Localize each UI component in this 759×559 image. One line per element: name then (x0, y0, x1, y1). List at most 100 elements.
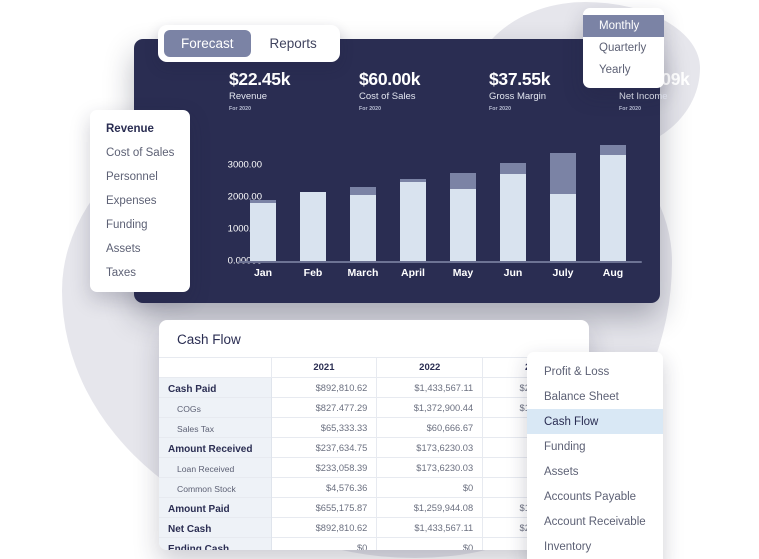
kpi-value: $60.00k (359, 69, 421, 89)
menu-item-yearly[interactable]: Yearly (583, 59, 664, 81)
revenue-bar-chart: 0.000001000.002000.003000.00 JanFebMarch… (134, 139, 660, 303)
row-label-cell: Cash Paid (159, 377, 272, 398)
cell-value: $4,576.36 (271, 477, 378, 498)
menu-item-taxes[interactable]: Taxes (90, 261, 190, 285)
cell-value: $1,433,567.11 (376, 377, 484, 398)
tab-reports[interactable]: Reports (253, 30, 334, 57)
table-row: Amount Received$237,634.75$173,6230.03$1… (159, 437, 589, 458)
bar-aug[interactable] (600, 145, 626, 261)
kpi-label: Gross Margin (489, 91, 547, 103)
menu-item-account-receivable[interactable]: Account Receivable (527, 509, 663, 534)
x-tick-label: March (347, 267, 379, 279)
menu-item-funding[interactable]: Funding (90, 213, 190, 237)
cell-value: $892,810.62 (271, 517, 378, 538)
row-label: Sales Tax (177, 423, 215, 434)
cash-flow-table: 202120222023 Cash Paid$892,810.62$1,433,… (159, 357, 589, 550)
bar-segment-base (450, 188, 476, 261)
row-label: Amount Paid (168, 503, 230, 515)
menu-item-accounts-payable[interactable]: Accounts Payable (527, 484, 663, 509)
kpi-label: Cost of Sales (359, 91, 416, 103)
x-tick-label: April (401, 267, 425, 279)
bar-segment-base (250, 203, 276, 261)
menu-item-cash-flow[interactable]: Cash Flow (527, 409, 663, 434)
bar-april[interactable] (400, 179, 426, 261)
kpi-period: For 2020 (359, 105, 382, 112)
bar-feb[interactable] (300, 191, 326, 261)
column-header: 2021 (271, 357, 378, 378)
bar-jun[interactable] (500, 163, 526, 261)
bar-segment-top (600, 145, 626, 156)
row-label-cell: Loan Received (159, 457, 272, 478)
x-tick-label: Jan (253, 267, 273, 279)
x-tick-label: July (552, 267, 574, 279)
row-label-cell: Amount Paid (159, 497, 272, 518)
bar-segment-base (550, 193, 576, 261)
row-label-cell: Net Cash (159, 517, 272, 538)
period-dropdown-menu[interactable]: Monthly Quarterly Yearly (583, 8, 665, 88)
column-header (159, 357, 272, 378)
row-label-cell: Common Stock (159, 477, 272, 498)
category-dropdown-menu[interactable]: Revenue Cost of Sales Personnel Expenses Fun… (90, 110, 191, 292)
cash-flow-card: Cash Flow 202120222023 Cash Paid $892,810… (159, 320, 589, 550)
menu-item-balance-sheet[interactable]: Balance Sheet (527, 384, 663, 409)
row-label: COGs (177, 403, 201, 414)
table-body: Cash Paid$892,810.62$1,433,567.11$2,013,… (159, 377, 589, 550)
menu-item-quarterly[interactable]: Quarterly (583, 37, 664, 59)
menu-item-expenses[interactable]: Expenses (90, 189, 190, 213)
bar-segment-top (350, 187, 376, 196)
cell-value: $0 (376, 537, 484, 550)
menu-item-assets[interactable]: Assets (90, 237, 190, 261)
dashboard-mockup: $22.45k Revenue For 2020 $60.00k Cost of Sal… (0, 0, 759, 559)
cell-value: $1,259,944.08 (376, 497, 484, 518)
table-row: Amount Paid$655,175.87$1,259,944.08$1,84… (159, 497, 589, 518)
menu-item-inventory[interactable]: Inventory (527, 534, 663, 559)
view-tabs[interactable]: Forecast Reports (158, 25, 340, 62)
report-dropdown-menu[interactable]: Profit & Loss Balance Sheet Cash Flow Fundi… (527, 352, 663, 559)
row-label-cell: COGs (159, 397, 272, 418)
table-header-row: 202120222023 (159, 357, 589, 378)
table-row: COGs$827.477.29$1,372,900.44$1,957,521.2… (159, 397, 589, 418)
cell-value: $0 (376, 477, 484, 498)
menu-item-personnel[interactable]: Personnel (90, 165, 190, 189)
bar-july[interactable] (550, 153, 576, 261)
tab-forecast[interactable]: Forecast (164, 30, 251, 57)
menu-item-cost-of-sales[interactable]: Cost of Sales (90, 141, 190, 165)
menu-item-funding[interactable]: Funding (527, 434, 663, 459)
menu-item-assets[interactable]: Assets (527, 459, 663, 484)
cell-value: $60,666.67 (376, 417, 484, 438)
x-tick-label: May (452, 267, 474, 279)
kpi-period: For 2020 (229, 105, 252, 112)
row-label-cell: Ending Cash (159, 537, 272, 550)
row-label-cell: Amount Received (159, 437, 272, 458)
table-row: Net Cash$892,810.62$1,433,567.11$2,013,5… (159, 517, 589, 538)
table-row: Ending Cash$0$0$0.001 (159, 537, 589, 550)
bar-segment-base (300, 191, 326, 261)
x-tick-label: Jun (503, 267, 523, 279)
cell-value: $173,6230.03 (376, 437, 484, 458)
forecast-panel: $22.45k Revenue For 2020 $60.00k Cost of Sal… (134, 39, 690, 303)
row-label: Cash Paid (168, 383, 217, 395)
bar-segment-top (450, 172, 476, 189)
cell-value: $827.477.29 (271, 397, 378, 418)
cell-value: $173,6230.03 (376, 457, 484, 478)
kpi-card: $60.00k Cost of Sales For 2020 (359, 69, 439, 112)
kpi-value: $22.45k (229, 69, 291, 89)
x-tick-label: Feb (303, 267, 323, 279)
menu-item-profit-loss[interactable]: Profit & Loss (527, 359, 663, 384)
bar-march[interactable] (350, 187, 376, 261)
bar-jan[interactable] (250, 200, 276, 261)
chart-x-axis: Jan Feb March April May Jun July Aug (238, 267, 638, 285)
cell-value: $1,433,567.11 (376, 517, 484, 538)
table-row: Sales Tax$65,333.33$60,666.67$56,000 (159, 417, 589, 438)
menu-item-monthly[interactable]: Monthly (583, 15, 665, 37)
bar-segment-base (600, 155, 626, 261)
cell-value: $892,810.62 (271, 377, 378, 398)
row-label: Common Stock (177, 483, 236, 494)
bar-segment-base (400, 182, 426, 261)
kpi-value: $37.55k (489, 69, 551, 89)
cell-value: $0 (271, 537, 378, 550)
row-label: Ending Cash (168, 543, 230, 550)
bar-may[interactable] (450, 172, 476, 261)
menu-item-revenue[interactable]: Revenue (90, 117, 190, 141)
cash-flow-title: Cash Flow (177, 332, 241, 347)
